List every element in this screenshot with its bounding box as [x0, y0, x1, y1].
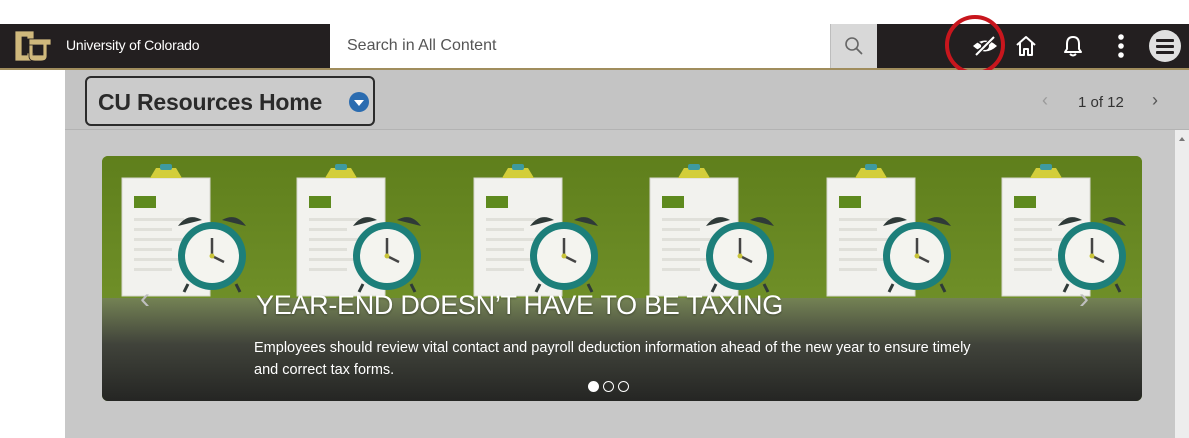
banner-description: Employees should review vital contact an…	[254, 340, 971, 378]
next-page-button[interactable]: ›	[1152, 90, 1158, 111]
previous-page-button[interactable]: ‹	[1042, 90, 1048, 111]
navbar-button[interactable]	[1145, 24, 1185, 68]
chevron-down-icon	[354, 99, 364, 106]
homepage-selector[interactable]: CU Resources Home	[85, 76, 375, 126]
brand-name[interactable]: University of Colorado	[66, 37, 200, 53]
carousel-next-button[interactable]: ›	[1079, 282, 1089, 316]
notifications-button[interactable]	[1053, 24, 1093, 68]
carousel-dot[interactable]	[603, 381, 614, 392]
search-container	[330, 24, 836, 68]
homepage-dropdown-button[interactable]	[349, 92, 369, 112]
vertical-scrollbar[interactable]	[1175, 130, 1189, 438]
header-actions	[877, 24, 1189, 68]
actions-menu-button[interactable]	[1103, 24, 1139, 68]
search-input[interactable]	[330, 24, 836, 68]
page-indicator: 1 of 12	[1078, 94, 1124, 111]
announcement-carousel: ‹ › YEAR-END DOESN’T HAVE TO BE TAXING E…	[102, 156, 1142, 401]
left-margin	[0, 70, 65, 438]
scroll-up-icon[interactable]	[1179, 137, 1185, 141]
carousel-prev-button[interactable]: ‹	[140, 282, 150, 316]
top-header: University of Colorado	[0, 0, 1189, 70]
search-icon	[845, 37, 863, 55]
carousel-dot[interactable]	[618, 381, 629, 392]
carousel-dot[interactable]	[588, 381, 599, 392]
home-icon	[1016, 36, 1036, 56]
search-button[interactable]	[830, 24, 877, 68]
home-button[interactable]	[1006, 24, 1046, 68]
homepage-selector-label: CU Resources Home	[98, 89, 323, 115]
banner-title[interactable]: YEAR-END DOESN’T HAVE TO BE TAXING	[256, 290, 783, 321]
carousel-indicators	[588, 381, 629, 392]
bell-icon	[1064, 36, 1082, 57]
hamburger-menu-icon	[1149, 30, 1181, 62]
kebab-menu-icon	[1118, 34, 1124, 58]
brand-bar: University of Colorado	[0, 24, 330, 68]
cu-logo[interactable]	[12, 28, 54, 64]
annotation-highlight-circle	[945, 15, 1005, 75]
